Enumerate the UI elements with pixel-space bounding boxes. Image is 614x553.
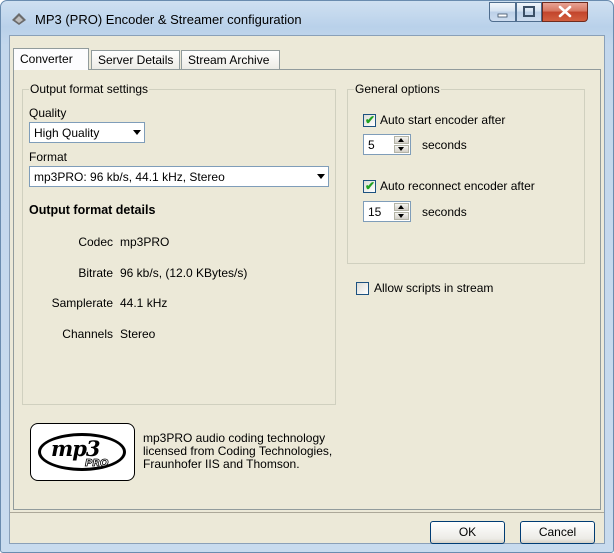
tab-converter[interactable]: Converter xyxy=(13,48,89,70)
auto-reconnect-checkbox[interactable]: ✔ xyxy=(363,179,376,193)
cancel-button[interactable]: Cancel xyxy=(520,521,595,544)
allow-scripts-label: Allow scripts in stream xyxy=(374,281,494,295)
maximize-button[interactable] xyxy=(516,2,542,22)
arrow-up-icon xyxy=(398,205,404,209)
arrow-up-icon xyxy=(398,138,404,142)
dialog-client-area: Converter Server Details Stream Archive … xyxy=(9,35,605,544)
arrow-down-icon xyxy=(398,214,404,218)
auto-reconnect-seconds-label: seconds xyxy=(422,205,467,219)
quality-value: High Quality xyxy=(34,126,100,140)
bitrate-label: Bitrate xyxy=(78,266,113,280)
license-text: mp3PRO audio coding technology licensed … xyxy=(143,431,333,471)
auto-start-checkbox[interactable]: ✔ xyxy=(363,113,376,127)
auto-start-seconds-value: 5 xyxy=(368,138,375,152)
logo-pro-text: PRO xyxy=(85,458,109,470)
maximize-icon xyxy=(523,6,535,17)
details-heading: Output format details xyxy=(29,203,156,217)
auto-reconnect-label: Auto reconnect encoder after xyxy=(380,179,535,193)
chevron-down-icon xyxy=(317,174,325,179)
checkmark-icon: ✔ xyxy=(365,179,376,193)
ok-button[interactable]: OK xyxy=(430,521,505,544)
minimize-button[interactable] xyxy=(489,2,516,22)
quality-label: Quality xyxy=(29,106,67,120)
general-options-group: General options ✔ Auto start encoder aft… xyxy=(347,82,585,264)
channels-label: Channels xyxy=(62,327,113,341)
format-dropdown[interactable]: mp3PRO: 96 kb/s, 44.1 kHz, Stereo xyxy=(29,166,329,187)
app-icon xyxy=(12,13,26,25)
samplerate-value: 44.1 kHz xyxy=(120,296,168,310)
auto-reconnect-seconds-spinner[interactable]: 15 xyxy=(363,201,411,222)
minimize-icon xyxy=(497,13,508,18)
output-format-group: Output format settings Quality High Qual… xyxy=(22,82,336,405)
channels-value: Stereo xyxy=(120,327,156,341)
converter-panel: Output format settings Quality High Qual… xyxy=(13,69,601,510)
spinner-buttons xyxy=(394,203,409,220)
output-format-group-label: Output format settings xyxy=(29,82,150,96)
window-title: MP3 (PRO) Encoder & Streamer configurati… xyxy=(35,12,302,27)
auto-start-seconds-spinner[interactable]: 5 xyxy=(363,134,411,155)
format-label: Format xyxy=(29,150,68,164)
samplerate-label: Samplerate xyxy=(51,296,113,310)
close-icon xyxy=(558,5,572,18)
format-value: mp3PRO: 96 kb/s, 44.1 kHz, Stereo xyxy=(34,170,225,184)
spinner-down-button[interactable] xyxy=(394,145,409,153)
title-bar[interactable]: MP3 (PRO) Encoder & Streamer configurati… xyxy=(1,1,613,35)
chevron-down-icon xyxy=(133,130,141,135)
spinner-up-button[interactable] xyxy=(394,136,409,144)
close-button[interactable] xyxy=(542,2,588,22)
quality-dropdown[interactable]: High Quality xyxy=(29,122,145,143)
dialog-window: MP3 (PRO) Encoder & Streamer configurati… xyxy=(0,0,614,553)
spinner-buttons xyxy=(394,136,409,153)
allow-scripts-checkbox[interactable] xyxy=(356,282,369,295)
spinner-down-button[interactable] xyxy=(394,212,409,220)
tab-server-details[interactable]: Server Details xyxy=(91,50,180,69)
codec-value: mp3PRO xyxy=(120,235,170,249)
footer-separator xyxy=(10,512,604,513)
arrow-down-icon xyxy=(398,147,404,151)
checkmark-icon: ✔ xyxy=(365,113,376,127)
auto-reconnect-seconds-value: 15 xyxy=(368,205,382,219)
auto-start-label: Auto start encoder after xyxy=(380,113,506,127)
spinner-up-button[interactable] xyxy=(394,203,409,211)
codec-label: Codec xyxy=(78,235,113,249)
mp3pro-logo: mp3 PRO xyxy=(30,423,135,481)
tab-stream-archive[interactable]: Stream Archive xyxy=(181,50,280,69)
bitrate-value: 96 kb/s, (12.0 KBytes/s) xyxy=(120,266,248,280)
auto-start-seconds-label: seconds xyxy=(422,138,467,152)
general-options-group-label: General options xyxy=(354,82,441,96)
